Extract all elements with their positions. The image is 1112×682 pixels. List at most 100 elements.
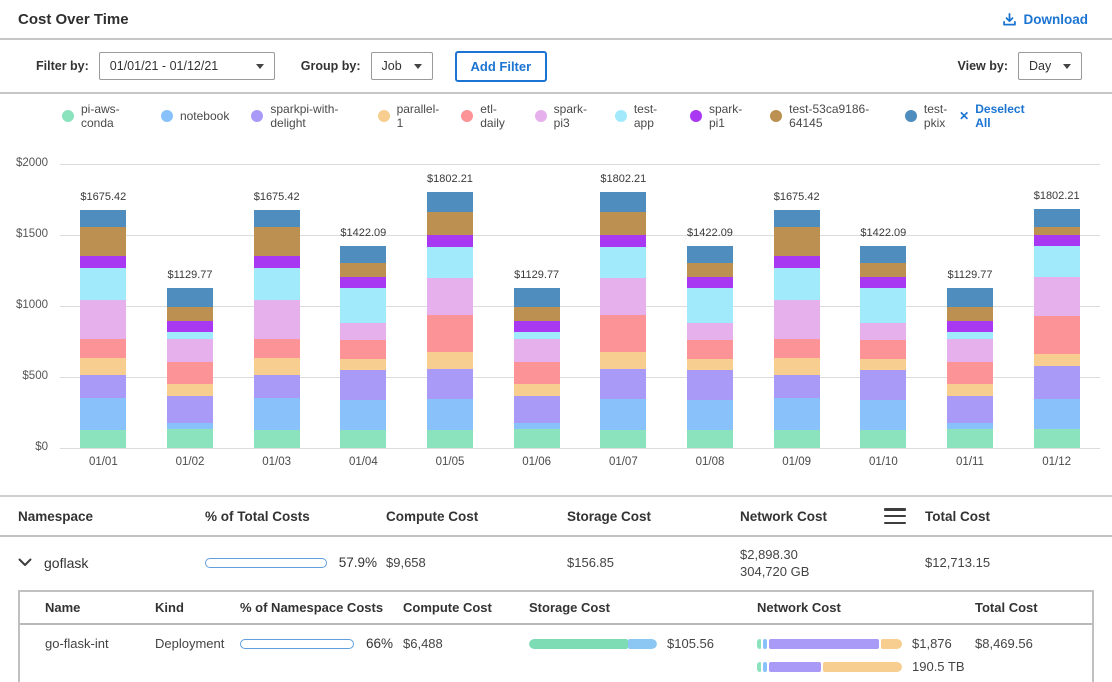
legend-item-test-app[interactable]: test-app	[615, 102, 668, 130]
bar-segment-test-app[interactable]	[427, 247, 473, 278]
chevron-down-icon[interactable]	[18, 558, 32, 567]
bar-segment-spark-pi1[interactable]	[860, 277, 906, 288]
bar-segment-spark-pi3[interactable]	[687, 323, 733, 340]
group-by-select[interactable]: Job	[371, 52, 433, 80]
date-range-select[interactable]: 01/01/21 - 01/12/21	[99, 52, 275, 80]
bar-segment-notebook[interactable]	[254, 398, 300, 430]
bar-segment-spark-pi3[interactable]	[514, 339, 560, 362]
bar-segment-notebook[interactable]	[427, 399, 473, 430]
stacked-bar-01/08[interactable]	[687, 246, 733, 448]
bar-segment-etl-daily[interactable]	[774, 339, 820, 358]
bar-segment-test-53ca9186-64145[interactable]	[80, 227, 126, 256]
bar-segment-notebook[interactable]	[1034, 399, 1080, 429]
bar-segment-sparkpi-with-delight[interactable]	[947, 396, 993, 423]
bar-segment-test-pkix[interactable]	[427, 192, 473, 212]
bar-segment-sparkpi-with-delight[interactable]	[254, 375, 300, 399]
bar-segment-parallel-1[interactable]	[687, 359, 733, 370]
stacked-bar-01/03[interactable]	[254, 210, 300, 448]
bar-segment-test-pkix[interactable]	[774, 210, 820, 227]
bar-segment-test-53ca9186-64145[interactable]	[947, 307, 993, 321]
legend-item-parallel-1[interactable]: parallel-1	[378, 102, 440, 130]
bar-segment-spark-pi3[interactable]	[254, 300, 300, 339]
workload-row-go-flask-int[interactable]: go-flask-int Deployment 66% $6,488 $105.…	[20, 625, 1092, 682]
legend-item-test-pkix[interactable]: test-pkix	[905, 102, 959, 130]
stacked-bar-01/04[interactable]	[340, 246, 386, 448]
bar-segment-notebook[interactable]	[80, 398, 126, 430]
bar-segment-test-app[interactable]	[1034, 246, 1080, 278]
legend-item-sparkpi-with-delight[interactable]: sparkpi-with-delight	[251, 102, 355, 130]
bar-segment-test-pkix[interactable]	[947, 288, 993, 307]
bar-segment-test-app[interactable]	[514, 332, 560, 339]
bar-segment-notebook[interactable]	[600, 399, 646, 430]
column-header-kind[interactable]: Kind	[145, 600, 232, 615]
bar-segment-pi-aws-conda[interactable]	[687, 430, 733, 448]
bar-segment-pi-aws-conda[interactable]	[947, 429, 993, 448]
bar-segment-etl-daily[interactable]	[947, 362, 993, 384]
bar-segment-spark-pi1[interactable]	[600, 235, 646, 247]
bar-segment-spark-pi1[interactable]	[427, 235, 473, 247]
bar-segment-test-app[interactable]	[80, 268, 126, 301]
bar-segment-parallel-1[interactable]	[167, 384, 213, 397]
bar-segment-test-app[interactable]	[860, 288, 906, 323]
bar-segment-spark-pi1[interactable]	[1034, 235, 1080, 246]
stacked-bar-01/11[interactable]	[947, 288, 993, 448]
bar-segment-etl-daily[interactable]	[80, 339, 126, 358]
bar-segment-notebook[interactable]	[687, 400, 733, 430]
bar-segment-sparkpi-with-delight[interactable]	[167, 396, 213, 423]
bar-segment-test-53ca9186-64145[interactable]	[600, 212, 646, 235]
bar-segment-spark-pi3[interactable]	[774, 300, 820, 339]
stacked-bar-01/05[interactable]	[427, 192, 473, 448]
bar-segment-pi-aws-conda[interactable]	[860, 430, 906, 448]
stacked-bar-01/01[interactable]	[80, 210, 126, 448]
bar-segment-spark-pi3[interactable]	[600, 278, 646, 315]
bar-segment-pi-aws-conda[interactable]	[167, 429, 213, 448]
bar-segment-parallel-1[interactable]	[860, 359, 906, 370]
bar-segment-test-53ca9186-64145[interactable]	[254, 227, 300, 256]
bar-segment-parallel-1[interactable]	[80, 358, 126, 374]
bar-segment-parallel-1[interactable]	[1034, 354, 1080, 366]
legend-item-etl-daily[interactable]: etl-daily	[461, 102, 512, 130]
bar-segment-etl-daily[interactable]	[167, 362, 213, 384]
bar-segment-test-pkix[interactable]	[600, 192, 646, 212]
column-header-compute-cost[interactable]: Compute Cost	[377, 509, 558, 524]
bar-segment-parallel-1[interactable]	[340, 359, 386, 370]
bar-segment-notebook[interactable]	[860, 400, 906, 430]
bar-segment-sparkpi-with-delight[interactable]	[80, 375, 126, 399]
bar-segment-test-pkix[interactable]	[687, 246, 733, 263]
bar-segment-pi-aws-conda[interactable]	[514, 429, 560, 448]
bar-segment-test-pkix[interactable]	[860, 246, 906, 263]
legend-item-pi-aws-conda[interactable]: pi-aws-conda	[62, 102, 139, 130]
bar-segment-test-53ca9186-64145[interactable]	[427, 212, 473, 235]
bar-segment-pi-aws-conda[interactable]	[774, 430, 820, 448]
add-filter-button[interactable]: Add Filter	[455, 51, 548, 82]
column-header-percent-namespace[interactable]: % of Namespace Costs	[232, 600, 393, 615]
stacked-bar-01/07[interactable]	[600, 192, 646, 448]
bar-segment-test-pkix[interactable]	[340, 246, 386, 263]
bar-segment-parallel-1[interactable]	[514, 384, 560, 397]
bar-segment-test-pkix[interactable]	[1034, 209, 1080, 227]
bar-segment-etl-daily[interactable]	[340, 340, 386, 359]
bar-segment-test-53ca9186-64145[interactable]	[860, 263, 906, 276]
column-header-network-cost[interactable]: Network Cost	[747, 600, 965, 615]
bar-segment-pi-aws-conda[interactable]	[80, 430, 126, 448]
bar-segment-spark-pi3[interactable]	[80, 300, 126, 339]
view-by-select[interactable]: Day	[1018, 52, 1082, 80]
legend-item-spark-pi3[interactable]: spark-pi3	[535, 102, 593, 130]
bar-segment-notebook[interactable]	[774, 398, 820, 430]
bar-segment-spark-pi1[interactable]	[340, 277, 386, 288]
bar-segment-test-53ca9186-64145[interactable]	[514, 307, 560, 321]
bar-segment-pi-aws-conda[interactable]	[1034, 429, 1080, 448]
bar-segment-test-53ca9186-64145[interactable]	[1034, 227, 1080, 235]
bar-segment-test-app[interactable]	[254, 268, 300, 301]
download-button[interactable]: Download	[1002, 12, 1089, 27]
bar-segment-parallel-1[interactable]	[254, 358, 300, 374]
bar-segment-parallel-1[interactable]	[947, 384, 993, 397]
bar-segment-etl-daily[interactable]	[860, 340, 906, 359]
menu-icon[interactable]	[884, 508, 906, 524]
bar-segment-sparkpi-with-delight[interactable]	[1034, 366, 1080, 399]
column-header-total-cost[interactable]: Total Cost	[965, 600, 1092, 615]
bar-segment-spark-pi1[interactable]	[687, 277, 733, 288]
bar-segment-sparkpi-with-delight[interactable]	[860, 370, 906, 400]
bar-segment-sparkpi-with-delight[interactable]	[774, 375, 820, 399]
bar-segment-sparkpi-with-delight[interactable]	[687, 370, 733, 400]
